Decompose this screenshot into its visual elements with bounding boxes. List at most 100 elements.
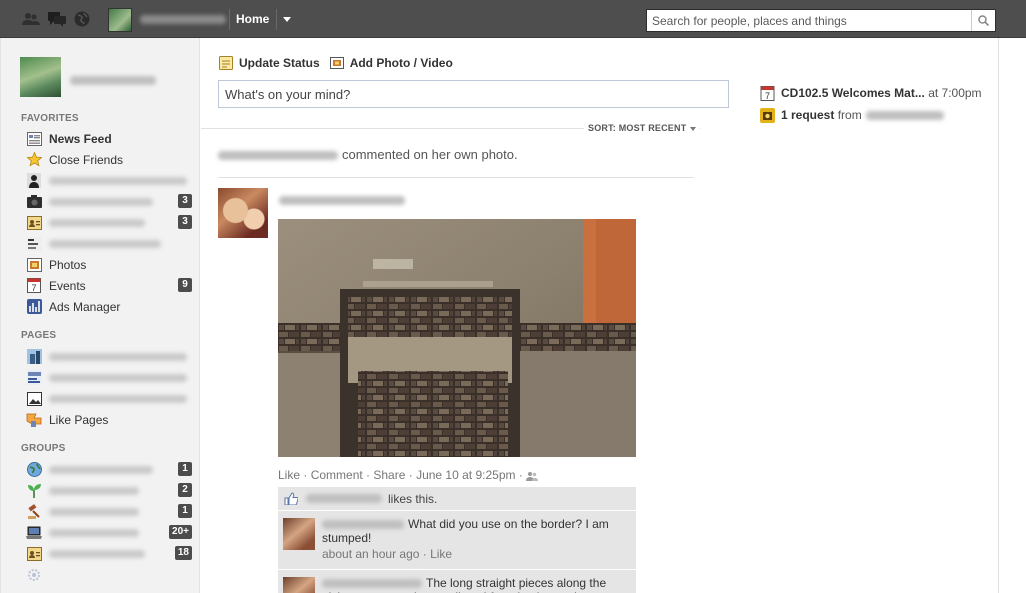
sidebar-item-group[interactable]: 1 — [26, 501, 192, 522]
comment-link[interactable]: Comment — [311, 468, 363, 482]
request-icon — [760, 107, 775, 123]
request-sender-blurred[interactable] — [865, 110, 944, 120]
sidebar-item-label: Like Pages — [49, 412, 109, 427]
messages-icon[interactable] — [48, 11, 66, 27]
commenter-name-blurred[interactable] — [322, 520, 404, 530]
likes-text: likes this. — [388, 491, 438, 506]
sidebar-item-page[interactable] — [26, 388, 192, 409]
sidebar-item-events[interactable]: 7 Events 9 — [26, 275, 192, 296]
chevron-down-icon — [690, 126, 697, 131]
post-photo[interactable] — [278, 219, 636, 457]
status-composer — [218, 80, 729, 108]
gavel-icon — [26, 504, 42, 520]
sidebar-item-photos[interactable]: Photos — [26, 254, 192, 275]
gear-icon — [26, 567, 42, 583]
event-title[interactable]: CD102.5 Welcomes Mat... — [781, 86, 925, 100]
profile-avatar[interactable] — [108, 8, 132, 32]
right-column: 7 CD102.5 Welcomes Mat... at 7:00pm 1 re… — [760, 83, 990, 127]
laptop-icon — [26, 525, 42, 541]
blurred-label — [49, 465, 153, 474]
sidebar-item-group[interactable]: 20+ — [26, 522, 192, 543]
photos-icon — [26, 257, 42, 273]
sidebar-item-favorite[interactable] — [26, 233, 192, 254]
search-input[interactable] — [647, 10, 969, 31]
request-count[interactable]: 1 request — [781, 108, 834, 122]
home-link[interactable]: Home — [236, 12, 269, 26]
group-card-icon — [26, 546, 42, 562]
profile-name-blurred[interactable] — [140, 15, 226, 24]
story-header: commented on her own photo. — [218, 147, 518, 162]
sidebar-item-group[interactable]: 1 — [26, 459, 192, 480]
calendar-icon: 7 — [26, 278, 42, 294]
top-bar: Home — [0, 0, 1026, 38]
globe-icon — [26, 462, 42, 478]
sidebar-item-news-feed[interactable]: News Feed — [26, 128, 192, 149]
comments-section: likes this. What did you use on the bord… — [278, 487, 636, 593]
pages-heading: PAGES — [21, 330, 57, 341]
comment: What did you use on the border? I am stu… — [278, 511, 636, 570]
story-author-blurred[interactable] — [218, 151, 338, 161]
post-actions: Like · Comment · Share · June 10 at 9:25… — [278, 468, 539, 482]
update-status-tab[interactable]: Update Status — [219, 56, 320, 70]
event-time: at 7:00pm — [928, 86, 982, 100]
page-picture-icon — [26, 391, 42, 407]
comment-like-link[interactable]: Like — [430, 547, 452, 561]
account-menu-chevron-icon[interactable] — [283, 17, 291, 22]
groups-heading: GROUPS — [21, 443, 66, 454]
sort-dropdown[interactable]: SORT: MOST RECENT — [584, 123, 701, 133]
sidebar-item-favorite[interactable]: 3 — [26, 212, 192, 233]
sidebar-item-more[interactable] — [26, 564, 192, 585]
sidebar-item-like-pages[interactable]: Like Pages — [26, 409, 192, 430]
page-building-icon — [26, 349, 42, 365]
share-link[interactable]: Share — [373, 468, 405, 482]
status-input[interactable] — [219, 81, 728, 107]
blurred-label — [49, 239, 161, 248]
plant-icon — [26, 483, 42, 499]
request-from: from — [837, 108, 862, 122]
sidebar-item-favorite[interactable]: 3 — [26, 191, 192, 212]
thumbs-up-icon — [284, 492, 298, 505]
add-photo-video-tab[interactable]: Add Photo / Video — [329, 56, 453, 70]
sidebar-item-ads-manager[interactable]: Ads Manager — [26, 296, 192, 317]
photo-icon — [329, 57, 344, 69]
status-note-icon — [219, 56, 233, 70]
star-icon — [26, 152, 42, 168]
post-author-avatar[interactable] — [218, 188, 268, 238]
count-badge: 9 — [178, 278, 192, 292]
commenter-avatar[interactable] — [283, 518, 315, 550]
composer-tabs: Update Status Add Photo / Video — [219, 56, 453, 70]
app-request[interactable]: 1 request from — [760, 105, 990, 125]
sidebar-item-close-friends[interactable]: Close Friends — [26, 149, 192, 170]
user-avatar[interactable] — [20, 57, 61, 97]
notifications-globe-icon[interactable] — [73, 11, 91, 27]
user-name-blurred[interactable] — [70, 76, 156, 85]
blurred-label — [49, 176, 187, 185]
search-button[interactable] — [971, 10, 995, 31]
sidebar-item-page[interactable] — [26, 346, 192, 367]
upcoming-event[interactable]: 7 CD102.5 Welcomes Mat... at 7:00pm — [760, 83, 990, 103]
sidebar-item-page[interactable] — [26, 367, 192, 388]
like-link[interactable]: Like — [278, 468, 300, 482]
person-photo-icon — [26, 173, 42, 189]
post-timestamp[interactable]: June 10 at 9:25pm — [416, 468, 515, 482]
commenter-name-blurred[interactable] — [322, 579, 422, 589]
count-badge: 18 — [174, 546, 192, 560]
divider — [218, 177, 694, 178]
sidebar-item-group[interactable]: 18 — [26, 543, 192, 564]
blurred-label — [49, 394, 187, 403]
sidebar-item-group[interactable]: 2 — [26, 480, 192, 501]
sidebar-item-label: Photos — [49, 257, 87, 272]
update-status-label: Update Status — [239, 56, 320, 70]
svg-text:7: 7 — [31, 283, 36, 293]
post-author-name-blurred[interactable] — [279, 196, 405, 205]
divider — [276, 9, 277, 30]
friend-requests-icon[interactable] — [22, 11, 40, 27]
count-badge: 3 — [178, 215, 192, 229]
comment-time[interactable]: about an hour ago — [322, 547, 419, 561]
calendar-icon: 7 — [760, 85, 775, 101]
liker-name-blurred[interactable] — [306, 494, 382, 503]
audience-friends-icon[interactable] — [526, 471, 539, 481]
sidebar-item-favorite[interactable] — [26, 170, 192, 191]
camera-icon — [26, 194, 42, 210]
commenter-avatar[interactable] — [283, 577, 315, 593]
